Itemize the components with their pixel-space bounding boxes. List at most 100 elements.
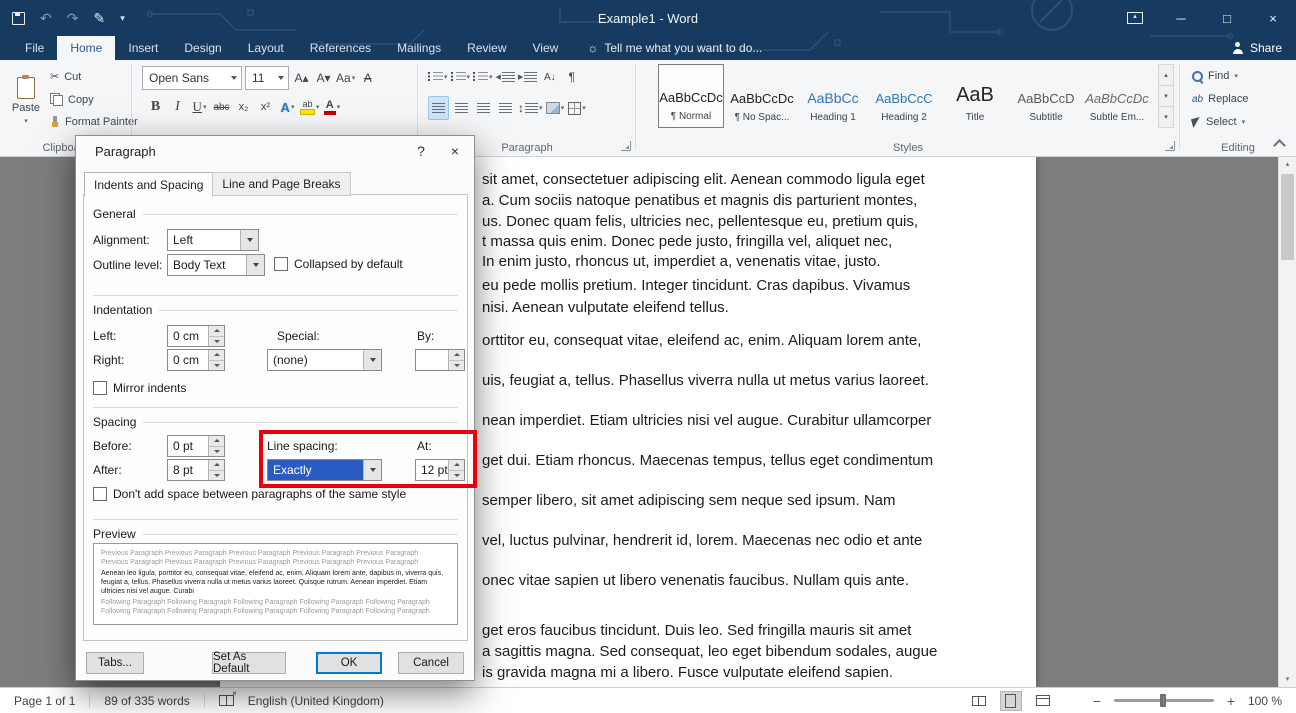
shrink-font-button[interactable]: A▾: [314, 67, 333, 89]
styles-scroll-up-icon[interactable]: ▴: [1158, 64, 1174, 85]
italic-button[interactable]: I: [168, 96, 187, 118]
ok-button[interactable]: OK: [316, 652, 382, 674]
indent-left-spinner[interactable]: 0 cm: [167, 325, 225, 347]
scrollbar-thumb[interactable]: [1281, 174, 1294, 260]
scroll-up-icon[interactable]: ▴: [1279, 156, 1296, 172]
style-subtitle[interactable]: AaBbCcD Subtitle: [1013, 64, 1079, 128]
styles-scroll-down-icon[interactable]: ▾: [1158, 85, 1174, 106]
styles-dialog-launcher[interactable]: [1165, 141, 1175, 151]
tabs-button[interactable]: Tabs...: [86, 652, 144, 674]
style-subtle-emphasis[interactable]: AaBbCcDc Subtle Em...: [1084, 64, 1150, 128]
dont-add-space-checkbox[interactable]: Don't add space between paragraphs of th…: [93, 487, 406, 501]
style-heading-1[interactable]: AaBbCc Heading 1: [800, 64, 866, 128]
styles-gallery-more-icon[interactable]: ▾: [1158, 106, 1174, 128]
spinner-up-icon[interactable]: [209, 326, 224, 336]
tab-design[interactable]: Design: [171, 36, 234, 60]
spinner-up-icon[interactable]: [209, 436, 224, 446]
spinner-down-icon[interactable]: [209, 336, 224, 347]
bullets-button[interactable]: ▾: [428, 66, 448, 88]
minimize-button[interactable]: ─: [1158, 0, 1204, 36]
alignment-combobox[interactable]: Left: [167, 229, 259, 251]
paste-button[interactable]: Paste ▾: [6, 65, 46, 137]
font-size-dropdown-icon[interactable]: [273, 67, 288, 89]
style-normal[interactable]: AaBbCcDc ¶ Normal: [658, 64, 724, 128]
shading-button[interactable]: ▾: [546, 97, 565, 119]
read-mode-button[interactable]: [968, 691, 990, 711]
font-color-button[interactable]: A▾: [323, 96, 342, 118]
by-spinner[interactable]: [415, 349, 465, 371]
indent-right-spinner[interactable]: 0 cm: [167, 349, 225, 371]
outline-level-dropdown-icon[interactable]: [246, 255, 264, 275]
replace-button[interactable]: ab Replace: [1192, 93, 1248, 105]
paragraph-dialog-launcher[interactable]: [621, 141, 631, 151]
proofing-errors-icon[interactable]: [219, 695, 234, 706]
paste-dropdown-icon[interactable]: ▾: [24, 117, 28, 125]
clear-formatting-button[interactable]: A: [358, 67, 377, 89]
zoom-slider-thumb[interactable]: [1160, 694, 1166, 707]
text-effects-button[interactable]: A▾: [278, 96, 297, 118]
print-layout-button[interactable]: [1000, 691, 1022, 711]
copy-button[interactable]: Copy: [50, 93, 94, 106]
close-button[interactable]: ×: [1250, 0, 1296, 36]
spinner-down-icon[interactable]: [209, 446, 224, 457]
tab-references[interactable]: References: [297, 36, 384, 60]
sort-button[interactable]: A↓: [540, 66, 559, 88]
tell-me-box[interactable]: ☼ Tell me what you want to do...: [587, 36, 762, 60]
subscript-button[interactable]: x₂: [234, 96, 253, 118]
spacing-before-spinner[interactable]: 0 pt: [167, 435, 225, 457]
spinner-down-icon[interactable]: [209, 360, 224, 371]
style-heading-2[interactable]: AaBbCcC Heading 2: [871, 64, 937, 128]
tab-file[interactable]: File: [12, 36, 57, 60]
outline-level-combobox[interactable]: Body Text: [167, 254, 265, 276]
dialog-help-button[interactable]: ?: [406, 138, 436, 164]
scroll-down-icon[interactable]: ▾: [1279, 671, 1296, 687]
zoom-in-button[interactable]: +: [1224, 693, 1238, 709]
font-name-combobox[interactable]: Open Sans: [142, 66, 242, 90]
cancel-button[interactable]: Cancel: [398, 652, 464, 674]
font-name-dropdown-icon[interactable]: [226, 67, 241, 89]
zoom-level[interactable]: 100 %: [1248, 694, 1282, 708]
bold-button[interactable]: B: [146, 96, 165, 118]
zoom-slider[interactable]: [1114, 699, 1214, 702]
font-size-combobox[interactable]: 11: [245, 66, 289, 90]
tab-mailings[interactable]: Mailings: [384, 36, 454, 60]
word-count[interactable]: 89 of 335 words: [104, 694, 189, 708]
format-painter-button[interactable]: Format Painter: [50, 116, 138, 128]
style-title[interactable]: AaB Title: [942, 64, 1008, 128]
increase-indent-button[interactable]: ▶: [518, 66, 537, 88]
align-left-button[interactable]: [428, 96, 449, 120]
special-combobox[interactable]: (none): [267, 349, 382, 371]
tab-indents-and-spacing[interactable]: Indents and Spacing: [84, 172, 213, 197]
mirror-indents-checkbox[interactable]: Mirror indents: [93, 381, 186, 395]
web-layout-button[interactable]: [1032, 691, 1054, 711]
spinner-up-icon[interactable]: [449, 350, 464, 360]
tab-insert[interactable]: Insert: [115, 36, 171, 60]
tab-view[interactable]: View: [520, 36, 572, 60]
borders-button[interactable]: ▾: [568, 97, 587, 119]
numbering-button[interactable]: ▾: [451, 66, 471, 88]
style-no-spacing[interactable]: AaBbCcDc ¶ No Spac...: [729, 64, 795, 128]
vertical-scrollbar[interactable]: ▴ ▾: [1278, 156, 1296, 687]
alignment-dropdown-icon[interactable]: [240, 230, 258, 250]
share-button[interactable]: Share: [1232, 36, 1296, 60]
multilevel-list-button[interactable]: ▾: [473, 66, 493, 88]
cut-button[interactable]: ✂ Cut: [50, 70, 81, 83]
collapsed-by-default-checkbox[interactable]: Collapsed by default: [274, 257, 403, 271]
special-dropdown-icon[interactable]: [363, 350, 381, 370]
tab-layout[interactable]: Layout: [235, 36, 297, 60]
spinner-down-icon[interactable]: [449, 360, 464, 371]
tab-home[interactable]: Home: [57, 36, 115, 60]
align-right-button[interactable]: [474, 97, 493, 119]
text-highlight-button[interactable]: ab▾: [300, 96, 320, 118]
find-button[interactable]: Find ▾: [1192, 70, 1238, 82]
set-as-default-button[interactable]: Set As Default: [212, 652, 286, 674]
align-center-button[interactable]: [452, 97, 471, 119]
select-button[interactable]: Select ▾: [1192, 116, 1245, 128]
zoom-out-button[interactable]: −: [1090, 693, 1104, 709]
ribbon-display-options-button[interactable]: ▴: [1112, 0, 1158, 36]
spinner-up-icon[interactable]: [209, 350, 224, 360]
language-indicator[interactable]: English (United Kingdom): [248, 694, 384, 708]
page-indicator[interactable]: Page 1 of 1: [14, 694, 75, 708]
change-case-button[interactable]: Aa▾: [336, 67, 355, 89]
spacing-after-spinner[interactable]: 8 pt: [167, 459, 225, 481]
